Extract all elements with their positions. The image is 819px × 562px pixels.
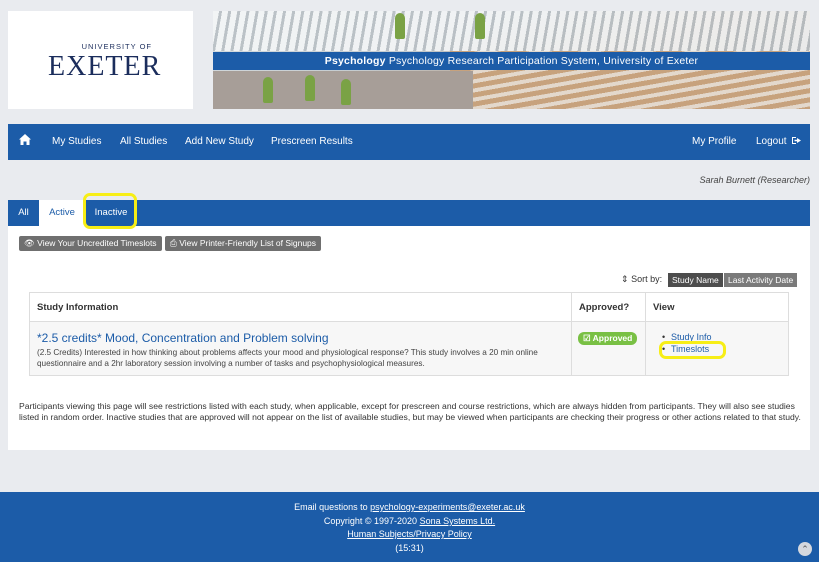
banner-tree (475, 13, 485, 39)
banner-title: Psychology Psychology Research Participa… (213, 52, 810, 70)
sign-out-icon (792, 137, 802, 144)
footer-email-prefix: Email questions to (294, 502, 368, 512)
study-description: (2.5 Credits) Interested in how thinking… (37, 348, 538, 368)
banner-tree (305, 75, 315, 101)
nav-my-studies[interactable]: My Studies (52, 124, 101, 160)
footer-sona-link[interactable]: Sona Systems Ltd. (420, 516, 496, 526)
chevron-up-icon: ⌃ (801, 544, 809, 554)
nav-my-profile[interactable]: My Profile (692, 124, 736, 160)
footer-copyright-prefix: Copyright © 1997-2020 (323, 516, 418, 526)
sort-study-name-button[interactable]: Study Name (668, 273, 723, 287)
nav-add-new-study[interactable]: Add New Study (185, 124, 254, 160)
logo-name: EXETER (48, 51, 162, 82)
studies-table: Study Information Approved? View *2.5 cr… (29, 292, 789, 376)
header-study-information: Study Information (29, 292, 572, 322)
header-banner: Psychology Psychology Research Participa… (213, 11, 810, 109)
inactive-tab-highlight (83, 193, 137, 229)
banner-tree (395, 13, 405, 39)
approved-label: Approved (592, 333, 633, 343)
current-user: Sarah Burnett (Researcher) (699, 175, 810, 185)
eye-icon: 👁 (24, 238, 35, 248)
main-navbar: My Studies All Studies Add New Study Pre… (8, 124, 810, 160)
footer-privacy-line: Human Subjects/Privacy Policy (0, 529, 819, 539)
sort-icon: ⇕ (621, 274, 629, 284)
studies-panel: All Active Inactive 👁 View Your Uncredit… (8, 193, 810, 450)
printer-label: View Printer-Friendly List of Signups (179, 238, 317, 248)
tab-active[interactable]: Active (39, 200, 85, 226)
tab-all[interactable]: All (8, 200, 39, 226)
university-logo-box: UNIVERSITY OF EXETER (8, 11, 193, 109)
view-printer-friendly-button[interactable]: ⎙ View Printer-Friendly List of Signups (165, 236, 322, 251)
banner-roof-graphic (213, 11, 810, 51)
banner-title-rest: Psychology Research Participation System… (388, 55, 699, 67)
participant-notice: Participants viewing this page will see … (19, 401, 801, 422)
study-title-link[interactable]: *2.5 credits* Mood, Concentration and Pr… (37, 331, 571, 345)
banner-tree (341, 79, 351, 105)
study-info-cell: *2.5 credits* Mood, Concentration and Pr… (29, 321, 572, 376)
table-header-row: Study Information Approved? View (29, 292, 789, 322)
logout-label: Logout (756, 136, 787, 147)
scroll-to-top-button[interactable]: ⌃ (798, 542, 812, 556)
sort-by-label: ⇕ Sort by: (621, 274, 662, 285)
page-footer: Email questions to psychology-experiment… (0, 492, 819, 562)
banner-title-bold: Psychology (324, 55, 386, 67)
printer-icon: ⎙ (170, 238, 177, 248)
home-icon[interactable] (19, 124, 31, 160)
view-uncredited-timeslots-button[interactable]: 👁 View Your Uncredited Timeslots (19, 236, 162, 251)
nav-all-studies[interactable]: All Studies (120, 124, 167, 160)
sort-by-text: Sort by: (631, 274, 663, 284)
nav-prescreen-results[interactable]: Prescreen Results (271, 124, 353, 160)
footer-email-link[interactable]: psychology-experiments@exeter.ac.uk (370, 502, 525, 512)
sort-last-activity-button[interactable]: Last Activity Date (724, 273, 798, 287)
uncredited-label: View Your Uncredited Timeslots (37, 238, 157, 248)
check-icon: ☑ (583, 333, 591, 343)
header-view: View (645, 292, 789, 322)
banner-tree (263, 77, 273, 103)
timeslots-highlight (659, 341, 726, 359)
footer-email-line: Email questions to psychology-experiment… (0, 502, 819, 512)
footer-time: (15:31) (395, 543, 424, 553)
header-approved: Approved? (571, 292, 646, 322)
approved-badge: ☑ Approved (578, 332, 638, 345)
logo-top-line: UNIVERSITY OF (81, 42, 152, 51)
approved-cell: ☑ Approved (571, 321, 646, 376)
footer-privacy-link[interactable]: Human Subjects/Privacy Policy (347, 529, 472, 539)
university-logo: UNIVERSITY OF EXETER (48, 42, 162, 92)
footer-copyright-line: Copyright © 1997-2020 Sona Systems Ltd. (0, 516, 819, 526)
nav-logout[interactable]: Logout (756, 124, 802, 160)
